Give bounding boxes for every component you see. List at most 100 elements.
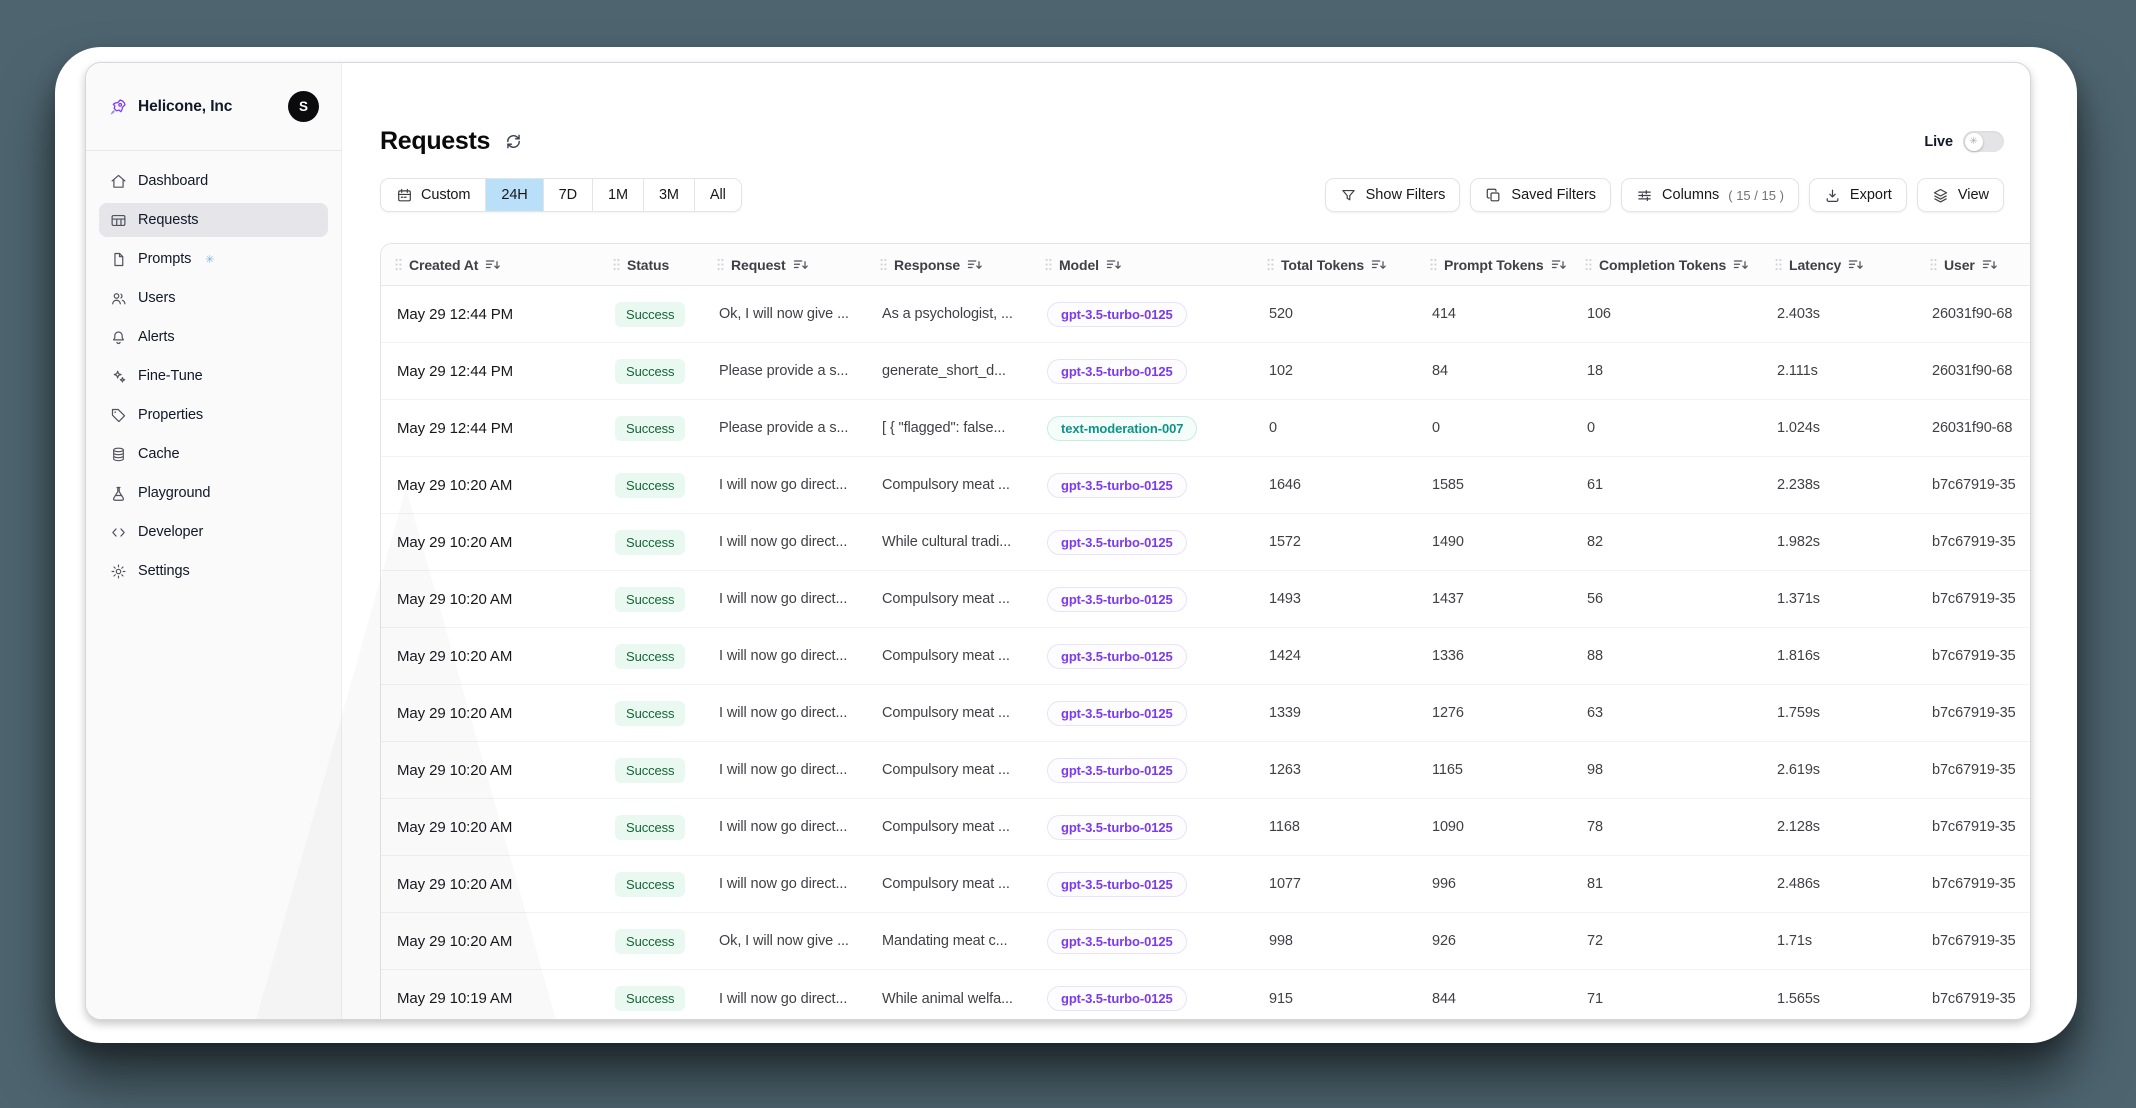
drag-handle-icon[interactable] — [1430, 258, 1437, 271]
column-header-model[interactable]: Model — [1031, 257, 1253, 273]
drag-handle-icon[interactable] — [1045, 258, 1052, 271]
drag-handle-icon[interactable] — [717, 258, 724, 271]
drag-handle-icon[interactable] — [1775, 258, 1782, 271]
sort-icon[interactable] — [1551, 258, 1567, 272]
sort-icon[interactable] — [1848, 258, 1864, 272]
table-row[interactable]: May 29 10:20 AMSuccessI will now go dire… — [381, 457, 2031, 514]
time-range-7d[interactable]: 7D — [544, 179, 593, 211]
cell-model: gpt-3.5-turbo-0125 — [1031, 644, 1253, 669]
cell-completion-tokens: 78 — [1571, 819, 1761, 835]
sidebar-item-prompts[interactable]: Prompts✳ — [99, 242, 328, 276]
time-range-1m[interactable]: 1M — [593, 179, 644, 211]
org-switcher[interactable]: Helicone, Inc S — [86, 63, 341, 151]
model-badge: gpt-3.5-turbo-0125 — [1047, 644, 1187, 669]
cell-user: b7c67919-35 — [1916, 534, 2031, 550]
sidebar-item-requests[interactable]: Requests — [99, 203, 328, 237]
show-filters-button[interactable]: Show Filters — [1325, 178, 1461, 212]
drag-handle-icon[interactable] — [1267, 258, 1274, 271]
column-header-prompt-tokens[interactable]: Prompt Tokens — [1416, 257, 1571, 273]
table-row[interactable]: May 29 10:20 AMSuccessI will now go dire… — [381, 799, 2031, 856]
table-row[interactable]: May 29 12:44 PMSuccessPlease provide a s… — [381, 400, 2031, 457]
column-header-request[interactable]: Request — [703, 257, 866, 273]
sort-icon[interactable] — [793, 258, 809, 272]
cell-total-tokens: 915 — [1253, 991, 1416, 1007]
column-header-status[interactable]: Status — [599, 257, 703, 273]
sidebar-item-playground[interactable]: Playground — [99, 476, 328, 510]
sort-icon[interactable] — [967, 258, 983, 272]
cell-latency: 2.128s — [1761, 819, 1916, 835]
drag-handle-icon[interactable] — [613, 258, 620, 271]
drag-handle-icon[interactable] — [880, 258, 887, 271]
sort-icon[interactable] — [1106, 258, 1122, 272]
button-label: Columns — [1662, 187, 1719, 203]
time-range-all[interactable]: All — [695, 179, 741, 211]
sort-icon[interactable] — [1733, 258, 1749, 272]
sidebar-item-dashboard[interactable]: Dashboard — [99, 164, 328, 198]
cell-created-at: May 29 10:20 AM — [381, 933, 599, 950]
cell-model: gpt-3.5-turbo-0125 — [1031, 302, 1253, 327]
column-header-latency[interactable]: Latency — [1761, 257, 1916, 273]
sidebar-item-label: Dashboard — [138, 173, 208, 189]
sidebar-item-users[interactable]: Users — [99, 281, 328, 315]
refresh-icon[interactable] — [504, 132, 523, 151]
sidebar-item-developer[interactable]: Developer — [99, 515, 328, 549]
cell-request: I will now go direct... — [703, 762, 866, 778]
cell-created-at: May 29 12:44 PM — [381, 363, 599, 380]
sidebar-item-properties[interactable]: Properties — [99, 398, 328, 432]
layers-icon — [1932, 187, 1949, 204]
sort-icon[interactable] — [1982, 258, 1998, 272]
cell-status: Success — [599, 701, 703, 726]
sort-icon[interactable] — [1371, 258, 1387, 272]
saved-filters-button[interactable]: Saved Filters — [1470, 178, 1611, 212]
cell-completion-tokens: 18 — [1571, 363, 1761, 379]
table-row[interactable]: May 29 10:20 AMSuccessI will now go dire… — [381, 742, 2031, 799]
column-header-created-at[interactable]: Created At — [381, 257, 599, 273]
cell-prompt-tokens: 926 — [1416, 933, 1571, 949]
table-row[interactable]: May 29 10:20 AMSuccessI will now go dire… — [381, 685, 2031, 742]
cell-completion-tokens: 0 — [1571, 420, 1761, 436]
table-row[interactable]: May 29 10:19 AMSuccessI will now go dire… — [381, 970, 2031, 1020]
org-name: Helicone, Inc — [138, 98, 232, 116]
time-range-custom[interactable]: Custom — [381, 179, 486, 211]
table-row[interactable]: May 29 10:20 AMSuccessI will now go dire… — [381, 856, 2031, 913]
export-button[interactable]: Export — [1809, 178, 1907, 212]
sort-icon[interactable] — [485, 258, 501, 272]
status-badge: Success — [615, 986, 685, 1011]
cell-total-tokens: 0 — [1253, 420, 1416, 436]
cell-status: Success — [599, 473, 703, 498]
cell-completion-tokens: 61 — [1571, 477, 1761, 493]
model-badge: gpt-3.5-turbo-0125 — [1047, 473, 1187, 498]
column-header-completion-tokens[interactable]: Completion Tokens — [1571, 257, 1761, 273]
avatar[interactable]: S — [288, 91, 319, 122]
table-row[interactable]: May 29 10:20 AMSuccessI will now go dire… — [381, 571, 2031, 628]
sidebar-item-settings[interactable]: Settings — [99, 554, 328, 588]
table-row[interactable]: May 29 10:20 AMSuccessOk, I will now giv… — [381, 913, 2031, 970]
table-row[interactable]: May 29 12:44 PMSuccessOk, I will now giv… — [381, 286, 2031, 343]
drag-handle-icon[interactable] — [395, 258, 402, 271]
columns-button[interactable]: Columns( 15 / 15 ) — [1621, 178, 1799, 212]
drag-handle-icon[interactable] — [1930, 258, 1937, 271]
sidebar-item-fine-tune[interactable]: Fine-Tune — [99, 359, 328, 393]
column-label: Status — [627, 257, 669, 273]
cell-request: I will now go direct... — [703, 591, 866, 607]
cell-prompt-tokens: 1490 — [1416, 534, 1571, 550]
table-row[interactable]: May 29 10:20 AMSuccessI will now go dire… — [381, 514, 2031, 571]
cell-latency: 2.619s — [1761, 762, 1916, 778]
view-button[interactable]: View — [1917, 178, 2004, 212]
live-toggle[interactable]: ✳ — [1963, 131, 2004, 152]
sidebar-item-alerts[interactable]: Alerts — [99, 320, 328, 354]
sidebar-item-cache[interactable]: Cache — [99, 437, 328, 471]
column-header-response[interactable]: Response — [866, 257, 1031, 273]
column-header-user[interactable]: User — [1916, 257, 2031, 273]
button-label: Saved Filters — [1511, 187, 1596, 203]
time-range-3m[interactable]: 3M — [644, 179, 695, 211]
live-label: Live — [1924, 134, 1953, 150]
cell-response: Compulsory meat ... — [866, 591, 1031, 607]
table-row[interactable]: May 29 10:20 AMSuccessI will now go dire… — [381, 628, 2031, 685]
table-row[interactable]: May 29 12:44 PMSuccessPlease provide a s… — [381, 343, 2031, 400]
drag-handle-icon[interactable] — [1585, 258, 1592, 271]
column-header-total-tokens[interactable]: Total Tokens — [1253, 257, 1416, 273]
cell-created-at: May 29 10:20 AM — [381, 705, 599, 722]
time-range-24h[interactable]: 24H — [486, 179, 543, 211]
cell-prompt-tokens: 996 — [1416, 876, 1571, 892]
